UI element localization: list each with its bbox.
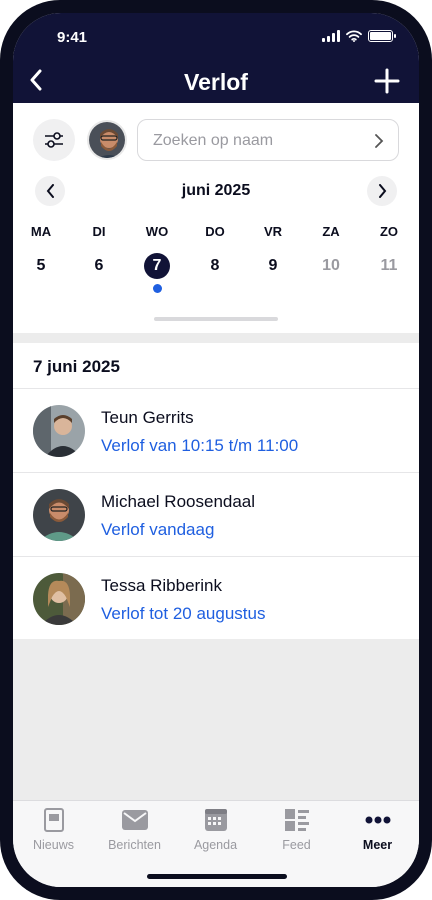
plus-icon — [374, 68, 400, 94]
search-placeholder: Zoeken op naam — [153, 132, 274, 149]
day-number: 5 — [36, 257, 46, 274]
more-icon — [365, 816, 390, 824]
weekday-label: DI — [92, 224, 106, 239]
drag-handle[interactable] — [154, 317, 278, 321]
signal-icon — [322, 30, 340, 42]
leave-detail: Verlof van 10:15 t/m 11:00 — [101, 436, 299, 455]
weekday-label: WO — [145, 224, 169, 239]
feed-icon — [284, 809, 309, 831]
day-number: 9 — [268, 257, 278, 274]
screen: 9:41 Verlof Zoeken op naam juni 2025 MA … — [13, 13, 419, 887]
tab-label: Meer — [362, 838, 393, 852]
person-name: Teun Gerrits — [101, 408, 194, 427]
day-number-selected: 7 — [144, 253, 170, 279]
envelope-icon — [121, 810, 148, 830]
weekday-label: DO — [205, 224, 225, 239]
tab-label: Nieuws — [33, 838, 74, 852]
phone-frame: 9:41 Verlof Zoeken op naam juni 2025 MA … — [0, 0, 432, 900]
leave-list: 7 juni 2025 Teun Gerrits Verlof van 10:1… — [13, 343, 419, 639]
day-friday[interactable]: VR 9 — [253, 224, 293, 279]
calendar-icon — [204, 809, 227, 831]
sliders-icon — [45, 132, 63, 148]
day-number: 6 — [94, 257, 104, 274]
tab-berichten[interactable]: Berichten — [94, 807, 175, 852]
day-number: 11 — [380, 257, 398, 274]
add-button[interactable] — [373, 67, 401, 95]
person-name: Michael Roosendaal — [101, 492, 256, 511]
leave-detail: Verlof vandaag — [101, 520, 215, 539]
day-thursday[interactable]: DO 8 — [195, 224, 235, 279]
day-number: 8 — [210, 257, 220, 274]
battery-icon — [368, 30, 396, 42]
user-avatar[interactable] — [87, 120, 127, 160]
avatar — [33, 405, 85, 457]
filter-button[interactable] — [33, 119, 75, 161]
tab-meer[interactable]: Meer — [337, 807, 418, 852]
avatar — [33, 489, 85, 541]
tab-label: Agenda — [193, 838, 238, 852]
top-bar: 9:41 Verlof — [13, 13, 419, 103]
day-saturday[interactable]: ZA 10 — [311, 224, 351, 279]
day-sunday[interactable]: ZO 11 — [369, 224, 409, 279]
list-item[interactable]: Michael Roosendaal Verlof vandaag — [13, 473, 419, 557]
day-monday[interactable]: MA 5 — [21, 224, 61, 279]
status-icons — [322, 30, 396, 42]
status-time: 9:41 — [57, 29, 88, 46]
avatar — [33, 573, 85, 625]
search-input[interactable]: Zoeken op naam — [137, 119, 399, 161]
leave-detail: Verlof tot 20 augustus — [101, 604, 266, 623]
chevron-right-icon — [375, 134, 384, 148]
wifi-icon — [346, 30, 362, 42]
week-strip: MA 5 DI 6 WO 7 DO 8 VR 9 ZA 10 ZO 11 — [13, 224, 419, 304]
day-number: 10 — [322, 257, 340, 274]
tab-label: Berichten — [108, 838, 161, 852]
page-title: Verlof — [184, 69, 248, 95]
weekday-label: VR — [263, 224, 283, 239]
tab-nieuws[interactable]: Nieuws — [13, 807, 94, 852]
next-week-button[interactable] — [367, 176, 397, 206]
day-wednesday[interactable]: WO 7 — [137, 224, 177, 293]
tab-agenda[interactable]: Agenda — [175, 807, 256, 852]
filter-panel: Zoeken op naam juni 2025 MA 5 DI 6 WO 7 … — [13, 103, 419, 333]
day-tuesday[interactable]: DI 6 — [79, 224, 119, 279]
event-dot — [152, 284, 162, 293]
home-indicator[interactable] — [147, 874, 287, 879]
weekday-label: ZO — [379, 224, 399, 239]
weekday-label: MA — [30, 224, 52, 239]
weekday-label: ZA — [322, 224, 340, 239]
tab-label: Feed — [282, 838, 311, 852]
news-icon — [43, 808, 64, 832]
person-name: Tessa Ribberink — [101, 576, 222, 595]
list-date-heading: 7 juni 2025 — [13, 343, 419, 389]
list-item[interactable]: Tessa Ribberink Verlof tot 20 augustus — [13, 557, 419, 639]
list-item[interactable]: Teun Gerrits Verlof van 10:15 t/m 11:00 — [13, 389, 419, 473]
tab-feed[interactable]: Feed — [256, 807, 337, 852]
month-label: juni 2025 — [181, 182, 251, 199]
chevron-right-icon — [378, 184, 386, 198]
